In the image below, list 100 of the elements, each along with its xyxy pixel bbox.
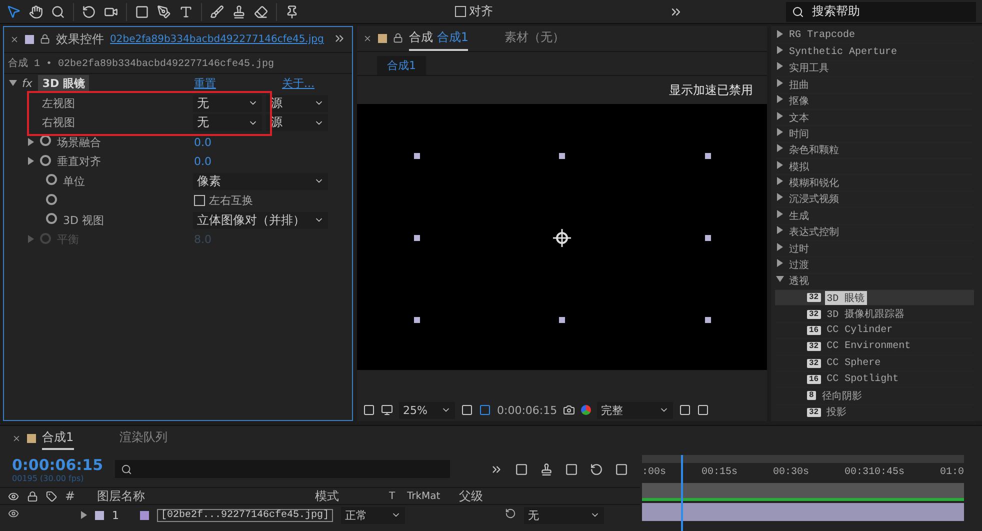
property-label: 垂直对齐	[57, 154, 101, 170]
bit-depth-badge: 32	[807, 342, 821, 352]
camera-icon[interactable]	[563, 404, 576, 416]
label-icon[interactable]	[46, 490, 57, 502]
category-item[interactable]: 透视	[787, 274, 811, 288]
effect-item: CC Spotlight	[826, 374, 900, 386]
category-item[interactable]: Synthetic Aperture	[787, 46, 900, 58]
current-timecode[interactable]: 0:00:06:15	[12, 456, 104, 474]
layer-handle[interactable]	[559, 317, 565, 323]
lock-icon[interactable]	[393, 32, 403, 46]
swap-checkbox[interactable]: 左右互换	[194, 193, 253, 208]
effect-row[interactable]: 32 3D 摄像机跟踪器	[775, 306, 974, 323]
category-item[interactable]: 抠像	[787, 94, 811, 108]
close-icon[interactable]	[12, 434, 21, 443]
search-icon	[792, 6, 804, 18]
selection-tool-icon[interactable]	[6, 4, 21, 19]
pin-tool-icon[interactable]	[285, 4, 299, 18]
effect-row[interactable]: 32 投影	[775, 404, 974, 421]
color-channels-icon[interactable]	[581, 405, 592, 415]
category-item[interactable]: 杂色和颗粒	[787, 143, 841, 158]
category-item[interactable]: 沉浸式视频	[787, 192, 841, 206]
layer-handle[interactable]	[414, 235, 420, 241]
rotate-tool-icon[interactable]	[82, 4, 96, 18]
search-field[interactable]: 搜索帮助	[786, 2, 976, 22]
effect-item: CC Sphere	[826, 358, 882, 369]
category-item[interactable]: 扭曲	[787, 78, 811, 92]
brush-tool-icon[interactable]	[210, 4, 224, 18]
layer-handle[interactable]	[705, 235, 711, 241]
property-label: 右视图	[42, 115, 75, 130]
pen-tool-icon[interactable]	[157, 4, 171, 18]
effect-row[interactable]: 16 CC Cylinder	[775, 322, 974, 340]
effect-row[interactable]: 32 3D 眼镜	[775, 290, 974, 306]
eraser-tool-icon[interactable]	[254, 4, 268, 18]
rectangle-tool-icon[interactable]	[135, 4, 149, 18]
layer-handle[interactable]	[705, 153, 711, 159]
lock-icon[interactable]	[27, 490, 38, 502]
bit-depth-badge: 32	[807, 293, 821, 302]
category-item[interactable]: 模拟	[787, 160, 811, 174]
playhead[interactable]	[680, 455, 683, 531]
layer-handle[interactable]	[705, 317, 711, 323]
mode-dropdown[interactable]: 正常	[341, 506, 406, 524]
zoom-tool-icon[interactable]	[51, 4, 65, 18]
layer-name[interactable]: [02be2f...92277146cfe45.jpg]	[157, 508, 334, 522]
effect-row[interactable]: 32 CC Sphere	[775, 356, 974, 372]
eye-icon[interactable]	[8, 490, 19, 502]
property-value[interactable]: 0.0	[194, 136, 212, 149]
category-item[interactable]: 模糊和锐化	[787, 176, 841, 190]
fx-label: fx	[22, 77, 32, 90]
effect-row[interactable]: 8 径向阴影	[775, 388, 974, 405]
effect-item: 投影	[826, 406, 848, 420]
panel-tab[interactable]: 合成1	[42, 427, 74, 450]
category-item[interactable]: 过渡	[787, 258, 811, 272]
about-link[interactable]: 关于...	[282, 76, 314, 92]
dropdown[interactable]: 立体图像对（并排）	[192, 212, 328, 229]
column-header: 图层名称	[97, 488, 146, 504]
zoom-dropdown[interactable]: 25%	[399, 402, 455, 418]
type-tool-icon[interactable]	[179, 4, 193, 18]
resolution-dropdown[interactable]: 完整	[597, 402, 674, 418]
effect-row[interactable]: 16 CC Spotlight	[775, 372, 974, 388]
column-header: 模式	[315, 488, 340, 504]
property-value[interactable]: 0.0	[194, 155, 212, 168]
stamp-tool-icon[interactable]	[232, 4, 246, 18]
effect-row[interactable]: 32 CC Environment	[775, 339, 974, 356]
panel-tab[interactable]: 渲染队列	[120, 427, 168, 450]
search-field[interactable]	[115, 460, 450, 478]
category-item[interactable]: 时间	[787, 126, 811, 141]
layer-handle[interactable]	[414, 317, 420, 323]
hand-tool-icon[interactable]	[29, 4, 43, 18]
search-icon	[121, 464, 132, 474]
category-item[interactable]: 文本	[787, 110, 811, 125]
category-item[interactable]: 表达式控制	[787, 225, 841, 240]
category-item[interactable]: 过时	[787, 242, 811, 256]
reset-link[interactable]: 重置	[194, 76, 282, 92]
close-icon[interactable]	[10, 35, 19, 44]
bit-depth-badge: 32	[807, 408, 821, 417]
file-link[interactable]: 02be2fa89b334bacbd492277146cfe45.jpg	[110, 34, 324, 45]
category-item[interactable]: 实用工具	[787, 61, 831, 76]
panel-tab[interactable]: 效果控件	[56, 31, 104, 48]
bit-depth-badge: 32	[807, 358, 821, 368]
dropdown[interactable]: 无	[192, 94, 262, 112]
current-time[interactable]: 0:00:06:15	[497, 404, 558, 416]
category-item[interactable]: RG Trapcode	[787, 30, 858, 42]
panel-tab[interactable]: 合成 合成1	[409, 26, 468, 51]
panel-tab[interactable]: 素材（无）	[504, 26, 564, 51]
dropdown[interactable]: 无	[192, 114, 262, 132]
layer-handle[interactable]	[414, 153, 420, 159]
anchor-point-icon[interactable]	[553, 229, 571, 247]
lock-icon[interactable]	[40, 32, 50, 46]
comp-breadcrumb[interactable]: 合成1	[377, 56, 426, 75]
monitor-icon[interactable]	[381, 404, 393, 416]
category-item[interactable]: 生成	[787, 208, 811, 223]
layer-handle[interactable]	[559, 153, 565, 159]
align-checkbox[interactable]: 对齐	[455, 3, 493, 20]
parent-dropdown[interactable]: 无	[524, 506, 604, 524]
dropdown[interactable]: 像素	[192, 172, 328, 190]
close-icon[interactable]	[363, 34, 372, 43]
ruler-label: 00:30s	[772, 467, 809, 478]
effect-item: 径向阴影	[820, 390, 863, 403]
column-header: 父级	[459, 488, 484, 504]
work-area-bar[interactable]	[642, 483, 964, 501]
